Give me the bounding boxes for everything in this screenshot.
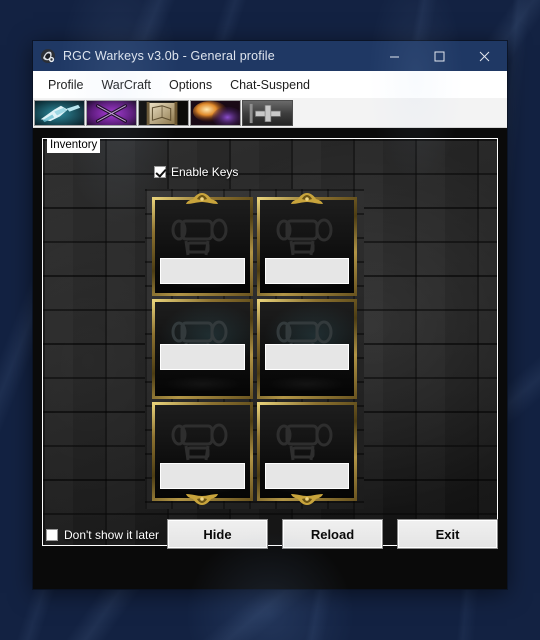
- slot-key-input[interactable]: [160, 343, 245, 370]
- dont-show-checkbox[interactable]: Don't show it later: [46, 528, 159, 542]
- item-silhouette-icon: [276, 218, 333, 256]
- toolbar-button-fire-orb[interactable]: [190, 99, 241, 126]
- window-controls: [372, 41, 507, 71]
- inventory-group-box: Inventory Enable Keys: [42, 138, 498, 546]
- enable-keys-checkbox[interactable]: Enable Keys: [154, 165, 238, 179]
- application-window: RGC Warkeys v3.0b - General profile Prof…: [33, 41, 507, 589]
- toolbar-button-frost-weapon[interactable]: [34, 99, 85, 126]
- menu-bar: Profile WarCraft Options Chat-Suspend: [33, 71, 507, 98]
- enable-keys-checkbox-box[interactable]: [154, 166, 166, 178]
- hide-button[interactable]: Hide: [167, 519, 268, 549]
- slot-key-input[interactable]: [160, 258, 245, 285]
- inventory-slot[interactable]: [256, 401, 357, 505]
- item-silhouette-icon: [171, 423, 228, 460]
- menu-item-options[interactable]: Options: [160, 75, 221, 95]
- inventory-slot[interactable]: [256, 193, 357, 297]
- desktop-background: RGC Warkeys v3.0b - General profile Prof…: [0, 0, 540, 640]
- maximize-button[interactable]: [417, 41, 462, 71]
- slot-glow: [162, 375, 242, 392]
- inventory-group-label: Inventory: [47, 139, 101, 153]
- inventory-slot[interactable]: [152, 299, 253, 399]
- slot-key-input[interactable]: [160, 463, 245, 489]
- app-icon: [40, 48, 56, 64]
- dont-show-checkbox-box[interactable]: [46, 529, 58, 541]
- inventory-slot-grid: [145, 189, 364, 509]
- slot-key-input[interactable]: [264, 343, 349, 370]
- slot-key-input[interactable]: [264, 463, 349, 489]
- inventory-slot[interactable]: [152, 401, 253, 505]
- reload-button[interactable]: Reload: [282, 519, 383, 549]
- menu-item-warcraft[interactable]: WarCraft: [92, 75, 160, 95]
- title-bar: RGC Warkeys v3.0b - General profile: [33, 41, 507, 71]
- inventory-slot[interactable]: [152, 193, 253, 297]
- toolbar: [33, 98, 507, 128]
- item-silhouette-icon: [276, 423, 333, 460]
- menu-item-chat-suspend[interactable]: Chat-Suspend: [221, 75, 319, 95]
- enable-keys-label: Enable Keys: [171, 165, 239, 179]
- minimize-button[interactable]: [372, 41, 417, 71]
- dont-show-label: Don't show it later: [64, 528, 159, 542]
- close-button[interactable]: [462, 41, 507, 71]
- toolbar-button-metal-cross[interactable]: [242, 99, 293, 126]
- menu-item-profile[interactable]: Profile: [39, 75, 92, 95]
- toolbar-button-scroll-map[interactable]: [138, 99, 189, 126]
- inventory-slot[interactable]: [256, 299, 357, 399]
- toolbar-button-crossed-swords[interactable]: [86, 99, 137, 126]
- item-silhouette-icon: [171, 218, 228, 256]
- footer-bar: Don't show it later Hide Reload Exit: [33, 509, 507, 589]
- slot-glow: [267, 375, 347, 392]
- exit-button[interactable]: Exit: [397, 519, 498, 549]
- window-title: RGC Warkeys v3.0b - General profile: [63, 49, 275, 63]
- footer-button-group: Hide Reload Exit: [167, 519, 498, 549]
- slot-key-input[interactable]: [264, 258, 349, 285]
- main-content-area: Inventory Enable Keys Don't show it late…: [33, 128, 507, 589]
